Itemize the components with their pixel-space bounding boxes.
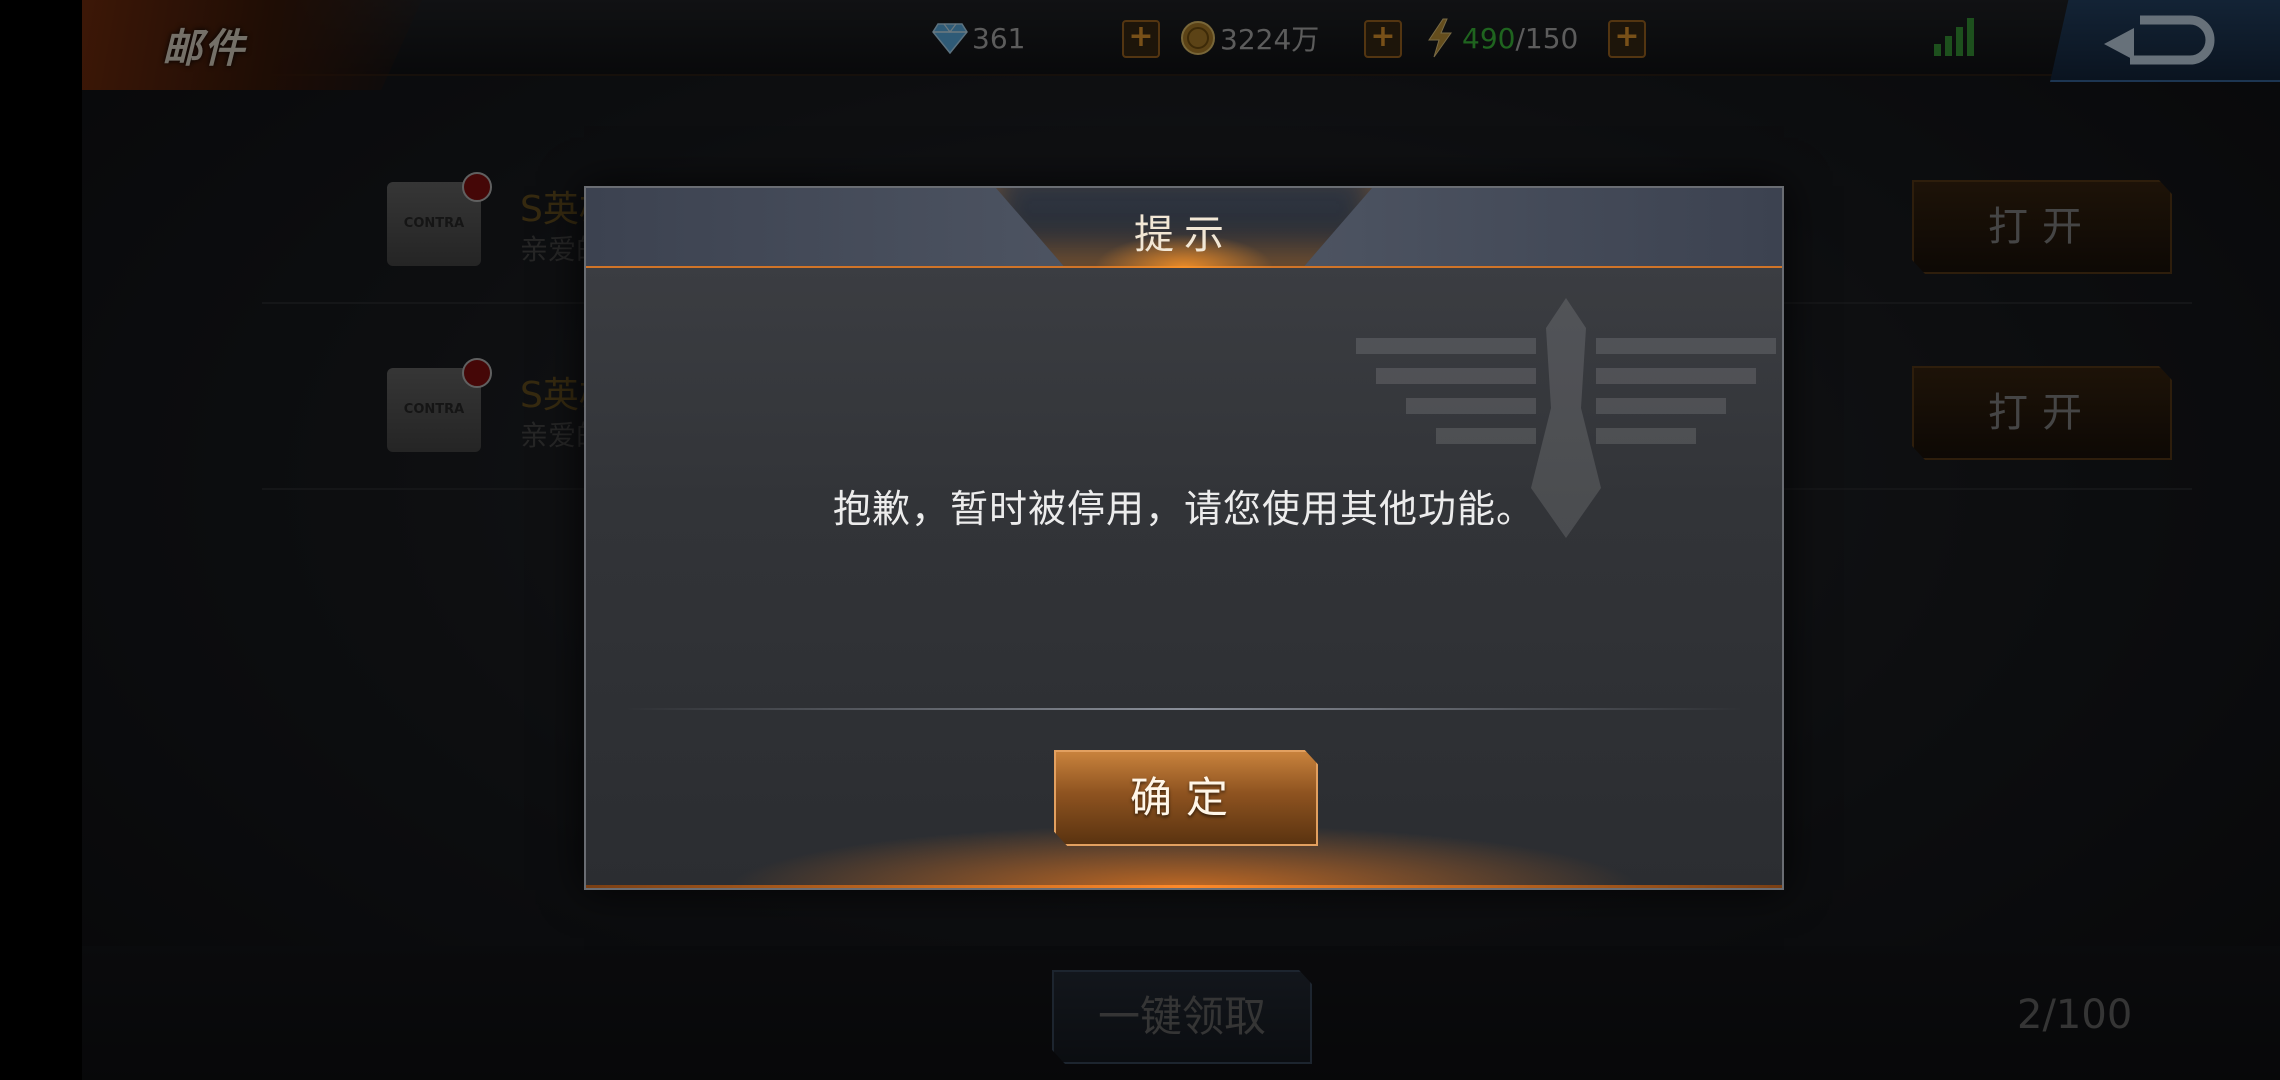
confirm-button[interactable]: 确定 [1054,750,1318,846]
dialog-title: 提示 [1134,212,1234,258]
game-screen: 邮件 361 + 3 [0,0,2280,1080]
dialog-message: 抱歉，暂时被停用，请您使用其他功能。 [832,487,1535,531]
notice-dialog: 提示 抱歉，暂时被停用，请您使用其他功能。 确定 [584,186,1784,890]
dialog-bottom-edge [586,885,1782,888]
dialog-divider [626,708,1742,710]
